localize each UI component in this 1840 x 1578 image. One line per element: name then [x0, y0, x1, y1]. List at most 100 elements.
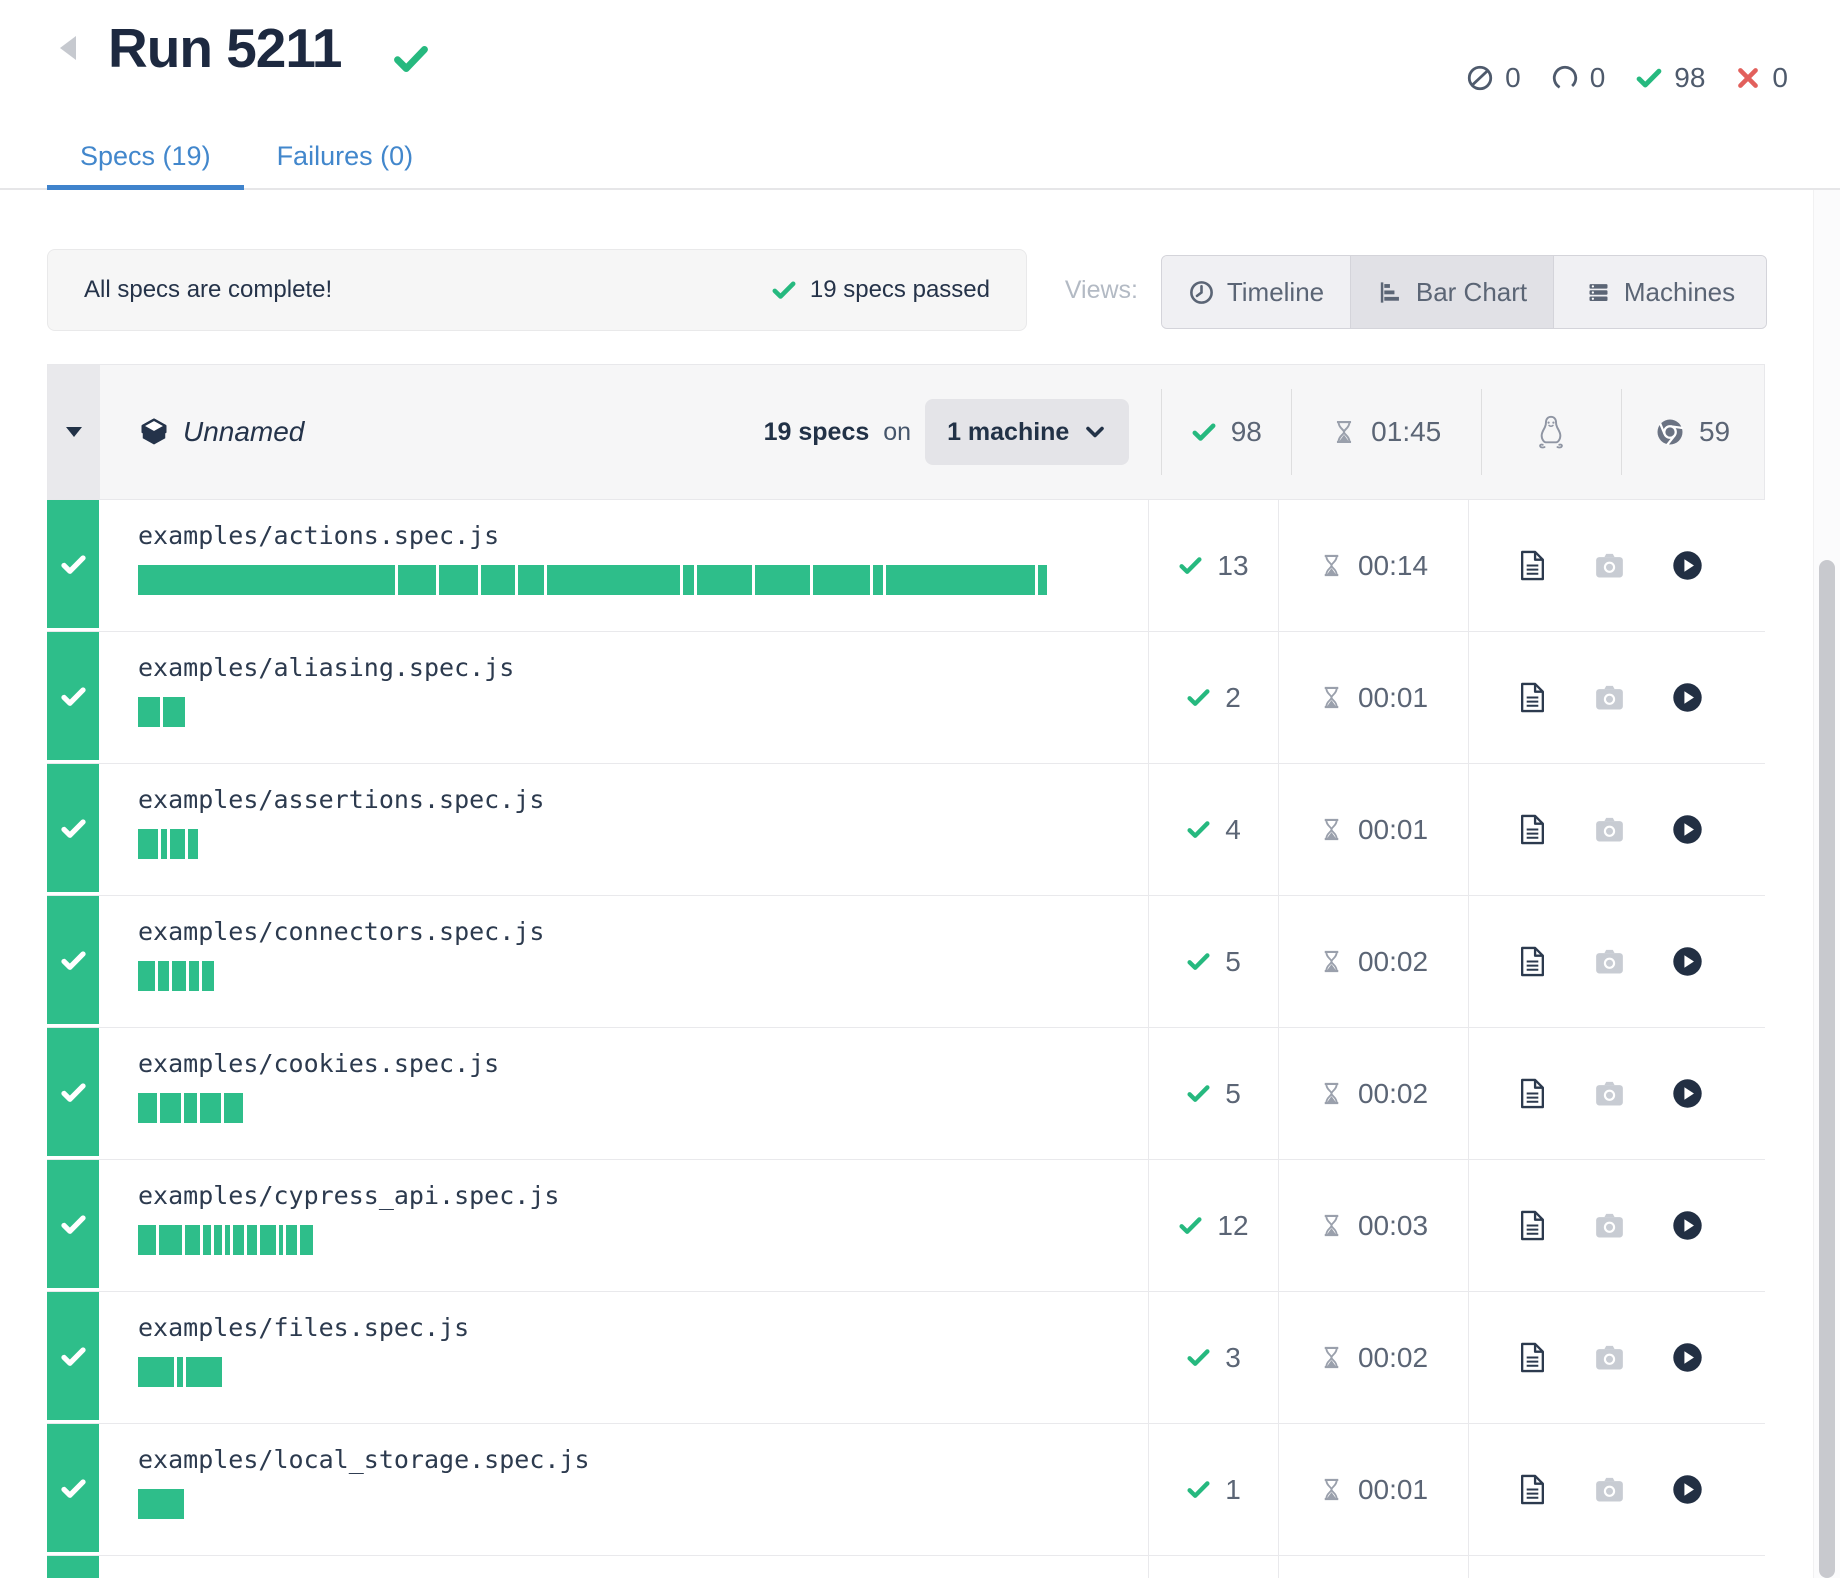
test-segment[interactable]	[214, 1225, 222, 1255]
view-timeline-button[interactable]: Timeline	[1162, 256, 1350, 328]
test-segment[interactable]	[260, 1225, 276, 1255]
test-segment[interactable]	[439, 565, 478, 595]
test-segment[interactable]	[138, 1093, 157, 1123]
spec-status-gutter	[47, 1424, 99, 1552]
test-segment[interactable]	[481, 565, 515, 595]
screenshots-button[interactable]	[1594, 816, 1625, 844]
test-segment[interactable]	[184, 1093, 197, 1123]
test-segment[interactable]	[398, 565, 436, 595]
test-segment[interactable]	[286, 1225, 297, 1255]
scrollbar-thumb[interactable]	[1819, 560, 1835, 1578]
test-segment[interactable]	[518, 565, 544, 595]
test-segment[interactable]	[202, 961, 214, 991]
view-machines-label: Machines	[1624, 277, 1735, 308]
screenshots-button[interactable]	[1594, 1212, 1625, 1240]
screenshots-button[interactable]	[1594, 1344, 1625, 1372]
stdout-button[interactable]	[1518, 550, 1547, 581]
test-segment[interactable]	[683, 565, 694, 595]
test-segment[interactable]	[755, 565, 810, 595]
test-segment[interactable]	[300, 1225, 313, 1255]
spec-row[interactable]: examples/aliasing.spec.js 2 00:01	[47, 632, 1765, 764]
play-video-button[interactable]	[1672, 1078, 1703, 1109]
gutter-check-icon	[60, 1343, 87, 1370]
row-duration-text: 00:02	[1358, 1342, 1428, 1374]
spec-row[interactable]: examples/local_storage.spec.js 1 00:01	[47, 1424, 1765, 1556]
stdout-button[interactable]	[1518, 814, 1547, 845]
test-segment[interactable]	[138, 1357, 174, 1387]
test-segment[interactable]	[188, 829, 198, 859]
stdout-button[interactable]	[1518, 1474, 1547, 1505]
test-segment[interactable]	[886, 565, 1035, 595]
test-segment[interactable]	[172, 961, 186, 991]
stdout-button[interactable]	[1518, 1078, 1547, 1109]
stdout-button[interactable]	[1518, 1342, 1547, 1373]
test-segment[interactable]	[225, 1225, 230, 1255]
test-segment[interactable]	[697, 565, 752, 595]
stdout-button[interactable]	[1518, 1210, 1547, 1241]
test-segment[interactable]	[138, 961, 155, 991]
play-video-button[interactable]	[1672, 1474, 1703, 1505]
view-timeline-label: Timeline	[1227, 277, 1324, 308]
play-video-button[interactable]	[1672, 814, 1703, 845]
test-segment[interactable]	[185, 1225, 200, 1255]
test-segment[interactable]	[189, 961, 199, 991]
test-segment[interactable]	[138, 1489, 184, 1519]
machine-group-header[interactable]: Unnamed 19 specs on 1 machine 98	[47, 364, 1765, 500]
spec-row[interactable]: examples/assertions.spec.js 4 00:01	[47, 764, 1765, 896]
spec-row[interactable]	[47, 1556, 1765, 1578]
screenshots-button[interactable]	[1594, 552, 1625, 580]
test-segment[interactable]	[177, 1357, 183, 1387]
test-segment[interactable]	[873, 565, 883, 595]
view-machines-button[interactable]: Machines	[1553, 256, 1766, 328]
test-segment[interactable]	[547, 565, 680, 595]
test-segment[interactable]	[159, 1225, 182, 1255]
test-segment[interactable]	[138, 697, 160, 727]
play-video-button[interactable]	[1672, 682, 1703, 713]
back-button[interactable]	[60, 36, 76, 60]
test-segment[interactable]	[203, 1225, 211, 1255]
stdout-button[interactable]	[1518, 682, 1547, 713]
test-segment[interactable]	[138, 829, 158, 859]
test-segment[interactable]	[158, 961, 169, 991]
stdout-button[interactable]	[1518, 946, 1547, 977]
tab-specs[interactable]: Specs (19)	[47, 128, 244, 190]
view-bar-chart-button[interactable]: Bar Chart	[1350, 256, 1553, 328]
tab-failures[interactable]: Failures (0)	[244, 128, 447, 190]
test-segment[interactable]	[233, 1225, 244, 1255]
test-segment[interactable]	[138, 1225, 156, 1255]
screenshots-button[interactable]	[1594, 1080, 1625, 1108]
test-segment[interactable]	[813, 565, 870, 595]
test-segment[interactable]	[1038, 565, 1047, 595]
spec-row[interactable]: examples/cookies.spec.js 5 00:02	[47, 1028, 1765, 1160]
test-segment[interactable]	[163, 697, 185, 727]
spec-row[interactable]: examples/cypress_api.spec.js 12 00:03	[47, 1160, 1765, 1292]
passed-count: 98	[1674, 62, 1705, 94]
test-segment[interactable]	[224, 1093, 243, 1123]
screenshots-button[interactable]	[1594, 1476, 1625, 1504]
test-segment[interactable]	[160, 1093, 181, 1123]
test-segment[interactable]	[161, 829, 167, 859]
group-collapse-cell[interactable]	[48, 365, 100, 499]
play-video-button[interactable]	[1672, 946, 1703, 977]
test-segment[interactable]	[247, 1225, 257, 1255]
spec-row[interactable]: examples/connectors.spec.js 5 00:02	[47, 896, 1765, 1028]
spec-row[interactable]: examples/files.spec.js 3 00:02	[47, 1292, 1765, 1424]
test-segment[interactable]	[200, 1093, 221, 1123]
spec-name: examples/assertions.spec.js	[138, 785, 1148, 814]
machine-dropdown[interactable]: 1 machine	[925, 399, 1129, 465]
gutter-check-icon	[60, 947, 87, 974]
collapse-triangle-icon	[66, 427, 82, 437]
screenshots-button[interactable]	[1594, 684, 1625, 712]
spec-test-bar	[138, 1357, 1148, 1387]
spec-row[interactable]: examples/actions.spec.js 13 00:14	[47, 500, 1765, 632]
play-video-button[interactable]	[1672, 1210, 1703, 1241]
test-segment[interactable]	[170, 829, 185, 859]
test-segment[interactable]	[138, 565, 395, 595]
skipped-icon	[1466, 64, 1494, 92]
play-video-button[interactable]	[1672, 1342, 1703, 1373]
test-segment[interactable]	[186, 1357, 222, 1387]
row-passed-count: 2	[1225, 682, 1241, 714]
screenshots-button[interactable]	[1594, 948, 1625, 976]
test-segment[interactable]	[279, 1225, 283, 1255]
play-video-button[interactable]	[1672, 550, 1703, 581]
